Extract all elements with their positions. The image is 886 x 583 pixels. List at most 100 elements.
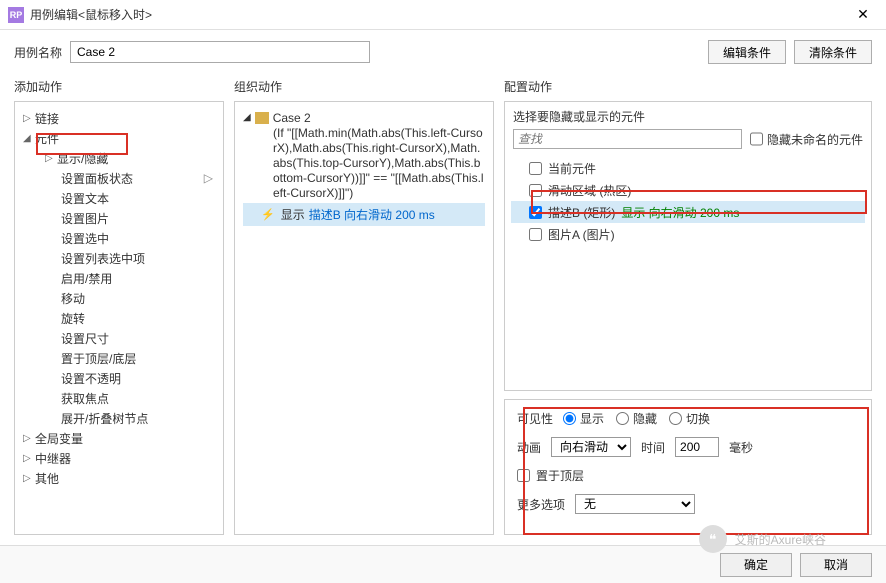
expand-icon: ▷ (23, 453, 35, 464)
expand-icon: ◢ (23, 133, 35, 144)
widget-name: 滑动区域 (热区) (548, 182, 631, 199)
tree-item[interactable]: ▷中继器 (17, 448, 221, 468)
tree-item[interactable]: 移动 (17, 288, 221, 308)
chevron-right-icon: ▷ (204, 171, 221, 185)
bolt-icon: ⚡ (261, 208, 275, 221)
add-action-header: 添加动作 (14, 74, 224, 101)
tree-item[interactable]: ◢元件 (17, 128, 221, 148)
config-widget-panel: 选择要隐藏或显示的元件 隐藏未命名的元件 当前元件滑动区域 (热区)描述B (矩… (504, 101, 872, 391)
action-show-label: 显示 (281, 206, 305, 223)
bring-front-checkbox[interactable] (517, 469, 530, 482)
tree-item[interactable]: ▷全局变量 (17, 428, 221, 448)
radio-toggle[interactable]: 切换 (669, 410, 710, 427)
tree-item[interactable]: 置于顶层/底层 (17, 348, 221, 368)
titlebar: RP 用例编辑<鼠标移入时> ✕ (0, 0, 886, 30)
action-row[interactable]: ⚡ 显示 描述B 向右滑动 200 ms (243, 203, 485, 226)
widget-item[interactable]: 图片A (图片) (511, 223, 865, 245)
config-options-panel: 可见性 显示 隐藏 切换 动画 向右滑动 时间 毫秒 置于顶层 (504, 399, 872, 535)
time-label: 时间 (641, 439, 665, 456)
case-name-label: 用例名称 (14, 44, 62, 61)
tree-item[interactable]: 启用/禁用 (17, 268, 221, 288)
cancel-button[interactable]: 取消 (800, 553, 872, 577)
case-panel: ◢ Case 2 (If "[[Math.min(Math.abs(This.l… (234, 101, 494, 535)
tree-item[interactable]: 设置文本 (17, 188, 221, 208)
tree-item[interactable]: ▷显示/隐藏 (17, 148, 221, 168)
case-name-row: 用例名称 编辑条件 清除条件 (0, 30, 886, 74)
tree-item[interactable]: 旋转 (17, 308, 221, 328)
widget-name: 图片A (图片) (548, 226, 615, 243)
clear-condition-button[interactable]: 清除条件 (794, 40, 872, 64)
close-icon[interactable]: ✕ (848, 6, 878, 23)
widget-item[interactable]: 当前元件 (511, 157, 865, 179)
anim-select[interactable]: 向右滑动 (551, 437, 631, 457)
tree-label: 旋转 (61, 310, 85, 327)
folder-icon (255, 112, 269, 124)
tree-label: 启用/禁用 (61, 270, 112, 287)
tree-label: 中继器 (35, 450, 71, 467)
org-action-header: 组织动作 (234, 74, 494, 101)
tree-label: 其他 (35, 470, 59, 487)
tree-label: 展开/折叠树节点 (61, 410, 148, 427)
footer: 确定 取消 (0, 545, 886, 583)
window-title: 用例编辑<鼠标移入时> (30, 6, 848, 23)
tree-label: 全局变量 (35, 430, 83, 447)
tree-item[interactable]: 展开/折叠树节点 (17, 408, 221, 428)
radio-show[interactable]: 显示 (563, 410, 604, 427)
tree-item[interactable]: ▷链接 (17, 108, 221, 128)
widget-extra: 显示 向右滑动 200 ms (621, 204, 739, 221)
tree-label: 设置列表选中项 (61, 250, 145, 267)
app-icon: RP (8, 7, 24, 23)
tree-label: 链接 (35, 110, 59, 127)
widget-checkbox[interactable] (529, 228, 542, 241)
widget-checkbox[interactable] (529, 162, 542, 175)
action-tree-panel: ▷链接◢元件▷显示/隐藏设置面板状态▷设置文本设置图片设置选中设置列表选中项启用… (14, 101, 224, 535)
widget-name: 描述B (矩形) (548, 204, 615, 221)
tree-label: 设置面板状态 (61, 170, 133, 187)
search-input[interactable] (513, 129, 742, 149)
tree-label: 显示/隐藏 (57, 150, 108, 167)
time-unit: 毫秒 (729, 439, 753, 456)
tree-item[interactable]: 设置不透明 (17, 368, 221, 388)
condition-text: (If "[[Math.min(Math.abs(This.left-Curso… (243, 126, 485, 201)
tree-item[interactable]: 设置尺寸 (17, 328, 221, 348)
edit-condition-button[interactable]: 编辑条件 (708, 40, 786, 64)
tree-label: 设置图片 (61, 210, 109, 227)
widget-item[interactable]: 描述B (矩形) 显示 向右滑动 200 ms (511, 201, 865, 223)
hide-unnamed-checkbox[interactable] (750, 129, 763, 149)
tree-item[interactable]: ▷其他 (17, 468, 221, 488)
case-name-text[interactable]: Case 2 (273, 110, 311, 126)
tree-label: 设置选中 (61, 230, 109, 247)
widget-checkbox[interactable] (529, 184, 542, 197)
tree-item[interactable]: 设置选中 (17, 228, 221, 248)
ok-button[interactable]: 确定 (720, 553, 792, 577)
widget-name: 当前元件 (548, 160, 596, 177)
action-detail-link: 描述B 向右滑动 200 ms (309, 206, 435, 223)
tree-label: 元件 (35, 130, 59, 147)
tree-item[interactable]: 获取焦点 (17, 388, 221, 408)
more-options-select[interactable]: 无 (575, 494, 695, 514)
cfg-action-header: 配置动作 (504, 74, 872, 101)
tree-label: 移动 (61, 290, 85, 307)
expand-icon: ▷ (23, 473, 35, 484)
case-name-input[interactable] (70, 41, 370, 63)
expand-icon: ▷ (23, 433, 35, 444)
hide-unnamed-label[interactable]: 隐藏未命名的元件 (750, 129, 863, 149)
tree-item[interactable]: 设置图片 (17, 208, 221, 228)
tree-label: 获取焦点 (61, 390, 109, 407)
expand-icon: ▷ (45, 153, 57, 164)
tree-label: 设置文本 (61, 190, 109, 207)
anim-label: 动画 (517, 439, 541, 456)
case-expand-icon[interactable]: ◢ (243, 112, 251, 123)
tree-label: 置于顶层/底层 (61, 350, 136, 367)
bring-front-label[interactable]: 置于顶层 (517, 467, 584, 484)
radio-hide[interactable]: 隐藏 (616, 410, 657, 427)
widget-checkbox[interactable] (529, 206, 542, 219)
time-input[interactable] (675, 437, 719, 457)
tree-item[interactable]: 设置面板状态 ▷ (17, 168, 221, 188)
visibility-label: 可见性 (517, 410, 553, 427)
tree-item[interactable]: 设置列表选中项 (17, 248, 221, 268)
expand-icon: ▷ (23, 113, 35, 124)
widget-item[interactable]: 滑动区域 (热区) (511, 179, 865, 201)
tree-label: 设置尺寸 (61, 330, 109, 347)
more-options-label: 更多选项 (517, 496, 565, 513)
